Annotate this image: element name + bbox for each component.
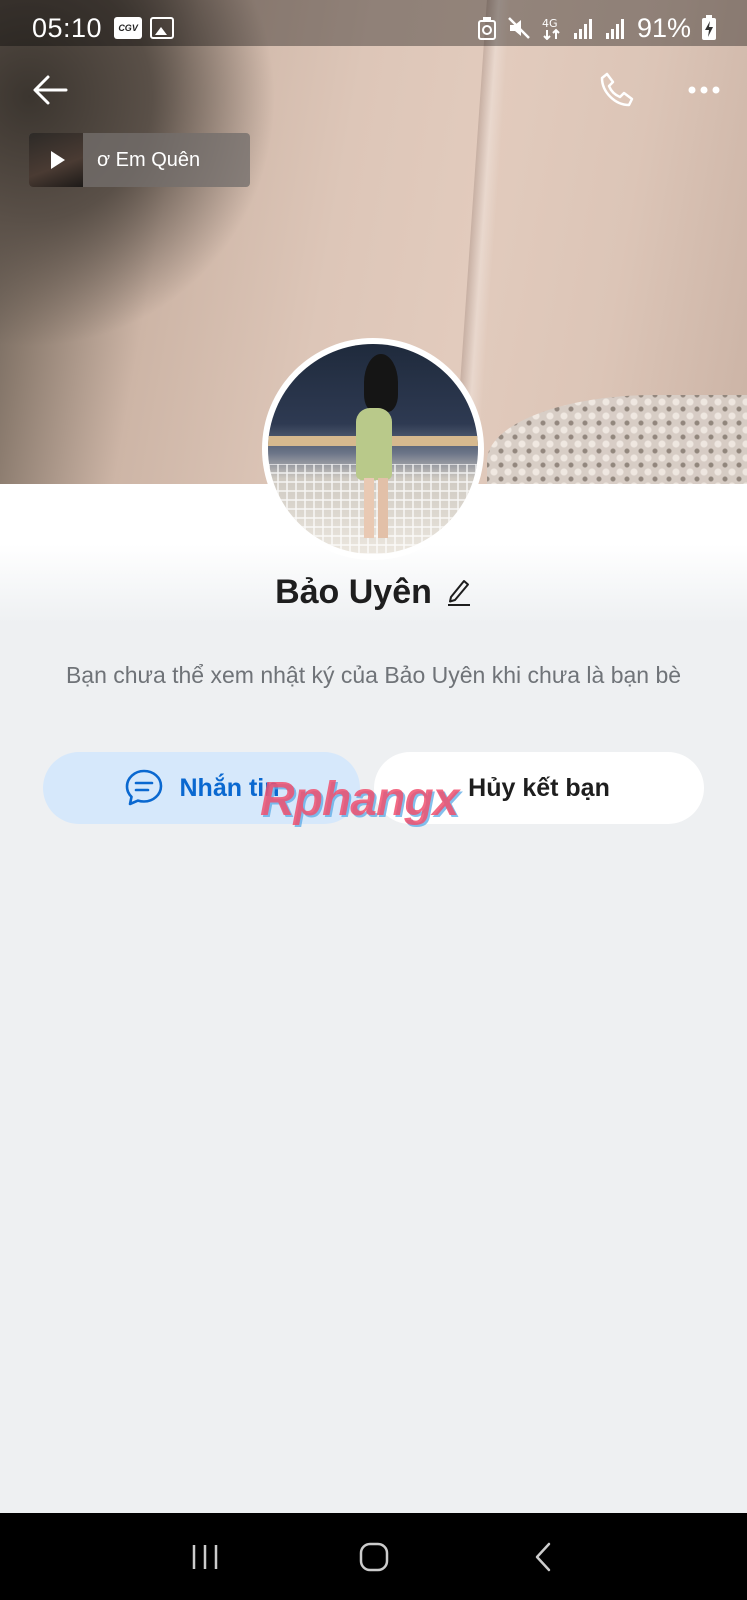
more-icon [688,86,720,94]
music-title: ơ Em Quên [97,148,201,171]
music-album-art [29,133,83,187]
profile-info-panel [0,484,747,1513]
system-navigation-bar [0,1513,747,1600]
recycle-icon [477,17,496,40]
data-4g-icon: 4G [542,17,560,40]
status-bar: 05:10 CGV 4G 91% [0,0,747,56]
back-icon [535,1542,550,1571]
profile-name-row: Bảo Uyên [0,572,747,612]
call-button[interactable] [590,62,646,118]
unfriend-button[interactable]: Hủy kết bạn [374,752,704,824]
cover-photo-lace [487,395,747,484]
system-back-button[interactable] [513,1527,573,1587]
avatar-image [268,344,478,554]
home-icon [359,1542,388,1571]
signal-icon-2 [605,19,624,39]
battery-charging-icon [702,15,716,40]
message-button-label: Nhắn tin [179,773,280,802]
message-button[interactable]: Nhắn tin [43,752,360,824]
status-time: 05:10 [32,12,103,43]
play-icon[interactable] [51,151,65,169]
status-icons: 4G 91% [477,13,717,44]
recent-apps-button[interactable] [175,1527,235,1587]
battery-percent: 91% [636,12,691,43]
back-arrow-icon [33,75,68,105]
mute-icon [508,17,530,39]
pencil-icon[interactable] [446,577,472,607]
privacy-notice: Bạn chưa thể xem nhật ký của Bảo Uyên kh… [65,662,682,688]
recent-apps-icon [192,1544,217,1569]
profile-music-player[interactable]: ơ Em Quên [29,133,250,187]
avatar-hair [364,354,398,412]
gallery-notification-icon [150,17,175,39]
phone-icon [600,72,634,107]
more-button[interactable] [676,62,732,118]
profile-name: Bảo Uyên [275,572,432,611]
avatar-dress [356,408,392,480]
profile-avatar[interactable] [262,338,484,560]
home-button[interactable] [344,1527,404,1587]
back-button[interactable] [22,62,78,118]
avatar-legs [364,478,390,538]
chat-bubble-icon [125,769,162,806]
signal-icon [573,19,592,39]
unfriend-button-label: Hủy kết bạn [468,773,610,802]
cgv-notification-icon: CGV [114,17,143,39]
svg-text:4G: 4G [542,17,558,30]
